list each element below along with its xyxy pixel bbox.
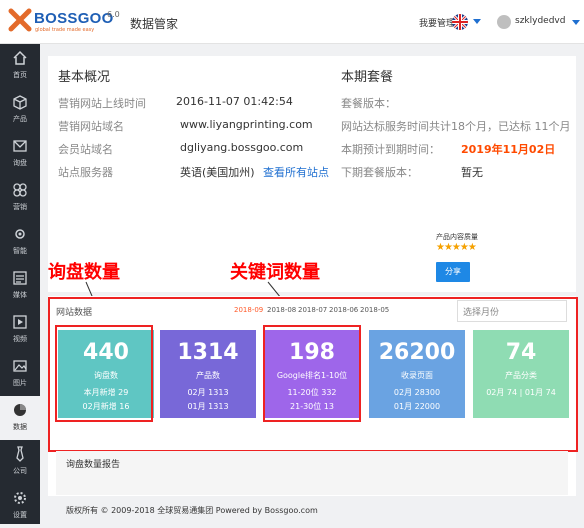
lang-chevron-down-icon[interactable] [473,19,481,24]
tab-month[interactable]: 2018-07 [298,306,327,314]
plan-row-label: 套餐版本： [341,97,396,110]
logo-x-icon [8,8,32,32]
stat-tile-indexed-pages[interactable]: 26200 收录页面 02月 28300 01月 22000 [369,330,465,418]
quality-label: 产品内容质量 [436,233,478,241]
sidebar-item-label: 视频 [13,335,27,343]
sidebar-item-inquiry[interactable]: 询盘 [0,132,40,176]
username[interactable]: szklydedvd [515,16,565,26]
stat-label: 产品分类 [505,371,537,380]
sidebar-item-data[interactable]: 数据 [0,396,40,440]
logo-tagline: global trade made easy [35,27,95,33]
stat-value: 74 [505,340,537,365]
overview-row-value[interactable]: www.liyangprinting.com [180,118,313,131]
sidebar-item-label: 图片 [13,379,27,387]
sidebar-item-company[interactable]: 公司 [0,440,40,484]
sidebar-item-home[interactable]: 首页 [0,44,40,88]
sidebar-item-products[interactable]: 产品 [0,88,40,132]
tie-icon [16,446,24,462]
stat-value: 1314 [177,340,239,365]
stat-detail: 01月 22000 [393,402,441,411]
mail-icon [13,140,27,152]
overview-row-label: 站点服务器 [58,166,113,179]
plan-title: 本期套餐 [341,70,394,85]
box-icon [13,95,27,110]
stat-detail: 02月 1313 [187,388,229,397]
overview-row-value: 2016-11-07 01:42:54 [176,95,293,108]
sidebar-item-label: 智能 [13,247,27,255]
sidebar-item-pictures[interactable]: 图片 [0,352,40,396]
overview-title: 基本概况 [58,70,111,85]
inquiry-highlight-box [55,325,153,422]
sidebar-item-media[interactable]: 媒体 [0,264,40,308]
share-button[interactable]: 分享 [436,262,470,282]
tab-month[interactable]: 2018-08 [267,306,296,314]
month-select[interactable]: 选择月份 [457,300,567,322]
sidebar-item-settings[interactable]: 设置 [0,484,40,528]
megaphone-icon [13,183,27,197]
stat-tile-categories[interactable]: 74 产品分类 02月 74 | 01月 74 [473,330,569,418]
app-title: 数据管家 [130,17,179,31]
stat-label: 产品数 [196,371,220,380]
logo-text: BOSSGOO [34,10,114,27]
quality-stars: ★★★★★ [436,242,477,253]
picture-icon [13,360,27,372]
lang-label[interactable]: 我要管理 [419,16,455,29]
tab-month[interactable]: 2018-06 [329,306,358,314]
sidebar-item-label: 询盘 [13,159,27,167]
sidebar-item-label: 设置 [13,511,27,519]
sidebar-item-label: 媒体 [13,291,27,299]
stat-detail: 02月 28300 [393,388,441,397]
uk-flag-icon[interactable] [452,14,468,30]
stat-detail: 01月 1313 [187,402,229,411]
overview-row-value: 英语(美国加州) [180,166,255,179]
settings-icon [14,492,26,504]
tab-month[interactable]: 2018-05 [360,306,389,314]
top-bar: BOSSGOO 6.0 global trade made easy 数据管家 … [0,0,584,44]
overview-row-label: 营销网站域名 [58,120,124,133]
video-icon [13,315,27,329]
view-all-sites-link[interactable]: 查看所有站点 [263,164,329,180]
plan-row-label: 本期预计到期时间： [341,143,440,156]
sidebar-item-label: 公司 [13,467,27,475]
sidebar-item-label: 首页 [13,71,27,79]
avatar[interactable] [497,15,511,29]
image-icon [13,271,27,285]
home-icon [13,50,27,65]
sidebar-item-marketing[interactable]: 营销 [0,176,40,220]
stat-value: 26200 [378,340,456,365]
overview-row-label: 会员站域名 [58,143,113,156]
stats-title: 网站数据 [56,308,93,318]
sidebar: 首页 产品 询盘 营销 智能 媒体 视频 图片 数据 公司 设置 [0,44,40,524]
tab-month[interactable]: 2018-09 [234,306,263,314]
sidebar-item-label: 产品 [13,115,27,123]
plan-row-label: 下期套餐版本： [341,166,418,179]
footer-copyright: 版权所有 © 2009-2018 全球贸易通集团 Powered by Boss… [66,506,318,515]
stat-label: 收录页面 [401,371,433,380]
stat-tile-products[interactable]: 1314 产品数 02月 1313 01月 1313 [160,330,256,418]
annotation-inquiry: 询盘数量 [48,262,120,283]
gear-icon [15,229,25,239]
plan-next-version: 暂无 [461,166,483,179]
bossgoo-logo[interactable]: BOSSGOO 6.0 global trade made easy [8,7,120,35]
report-section [56,451,568,495]
plan-expiry-date: 2019年11月02日 [461,143,556,156]
chart-icon [14,404,26,416]
logo-version: 6.0 [107,10,120,19]
overview-row-value[interactable]: dgliyang.bossgoo.com [180,141,303,154]
sidebar-item-smart[interactable]: 智能 [0,220,40,264]
sidebar-item-label: 数据 [13,423,27,431]
keyword-highlight-box [263,325,361,422]
user-chevron-down-icon[interactable] [572,20,580,25]
report-title: 询盘数量报告 [66,460,121,470]
plan-row-label: 网站达标服务时间共计18个月，已达标 11个月 [341,120,571,133]
sidebar-item-video[interactable]: 视频 [0,308,40,352]
stat-detail: 02月 74 | 01月 74 [486,388,556,397]
overview-row-label: 营销网站上线时间 [58,97,146,110]
annotation-keyword: 关键词数量 [230,262,320,283]
sidebar-item-label: 营销 [13,203,27,211]
